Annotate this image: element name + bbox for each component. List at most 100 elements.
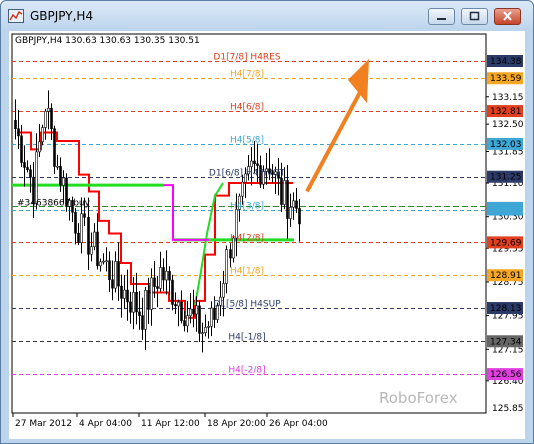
candle-body xyxy=(210,307,213,327)
candle-body xyxy=(59,165,62,186)
candle-body xyxy=(47,107,50,112)
candle-body xyxy=(20,135,23,163)
candle-body xyxy=(189,308,192,316)
price-tag: 133.59 xyxy=(487,72,523,85)
price-tick-label: 133.15 xyxy=(492,93,524,103)
candle-body xyxy=(93,231,96,248)
time-tick-label: 18 Apr 20:00 xyxy=(207,419,266,429)
price-tag-label: 128.91 xyxy=(490,271,522,281)
price-tag-label: 129.69 xyxy=(490,238,522,248)
candle-body xyxy=(74,211,77,234)
candle-body xyxy=(162,267,165,281)
candle-body xyxy=(50,107,53,129)
level-label: H4[3/8] xyxy=(230,202,264,212)
candle-body xyxy=(35,151,38,204)
price-tag: 128.13 xyxy=(487,302,523,315)
candle-body xyxy=(29,169,32,178)
candle-body xyxy=(44,110,47,128)
price-tag-label: 132.03 xyxy=(490,140,522,150)
candle-body xyxy=(117,261,120,287)
symbol-info: GBPJPY,H4 130.63 130.63 130.35 130.51 xyxy=(15,36,200,46)
maximize-icon xyxy=(469,11,480,21)
chart-area[interactable]: D1[7/8] H4RES H4[7/8] H4[6/8] H4[5/8] D1[6/8… xyxy=(9,31,525,439)
candle-body xyxy=(144,290,147,330)
candle-body xyxy=(108,260,111,281)
price-tag-label: 133.59 xyxy=(490,74,522,84)
level-label: H4[-2/8] xyxy=(228,366,265,376)
candle-body xyxy=(114,261,117,289)
price-tag-label: 126.56 xyxy=(490,370,522,380)
candle-body xyxy=(62,177,65,186)
candle-body xyxy=(132,292,135,313)
price-tag-label: 132.81 xyxy=(490,107,522,117)
candle-body xyxy=(99,261,102,267)
price-tag-label: 131.25 xyxy=(490,173,522,183)
candle-body xyxy=(289,206,292,219)
watermark: RoboForex xyxy=(379,389,458,407)
minimize-button[interactable] xyxy=(428,8,455,25)
candle-body xyxy=(90,246,93,255)
candle-body xyxy=(126,289,129,303)
level-label: H4[2/8] xyxy=(230,234,264,244)
candle-body xyxy=(225,249,228,284)
candle-body xyxy=(201,332,204,334)
candle-body xyxy=(14,119,17,129)
candle-body xyxy=(171,279,174,305)
price-tag: 127.34 xyxy=(487,335,523,348)
price-tag: 132.81 xyxy=(487,105,523,118)
chart-window: GBPJPY,H4 D1[7/8] H4RES H4[7/8] H4[6/8] H4[… xyxy=(0,0,534,444)
candle-body xyxy=(283,180,286,205)
price-tick-label: 125.85 xyxy=(492,404,524,414)
candle-body xyxy=(147,290,150,310)
level-label: D1[7/8] H4RES xyxy=(213,53,280,63)
price-tag: 129.69 xyxy=(487,236,523,249)
candle-body xyxy=(87,217,90,255)
candle-body xyxy=(23,162,26,168)
candle-body xyxy=(186,315,189,327)
price-tag: 134.38 xyxy=(487,54,523,67)
candle-body xyxy=(80,213,83,243)
level-label: D1[5/8] H4SUP xyxy=(213,300,281,310)
time-tick-label: 11 Apr 12:00 xyxy=(141,419,200,429)
candle-body xyxy=(292,200,295,208)
candle-body xyxy=(120,285,123,299)
candle-body xyxy=(96,231,99,267)
candle-body xyxy=(241,181,244,197)
candle-body xyxy=(83,213,86,218)
price-tag: 126.56 xyxy=(487,368,523,381)
candle-body xyxy=(138,311,141,316)
candle-body xyxy=(135,292,138,313)
candle-body xyxy=(153,277,156,287)
price-tag: 131.25 xyxy=(487,170,523,183)
minimize-icon xyxy=(437,18,446,20)
candle-body xyxy=(295,200,298,209)
candle-body xyxy=(165,270,168,281)
candle-body xyxy=(150,277,153,310)
candle-body xyxy=(250,160,253,167)
candle-body xyxy=(180,301,183,321)
price-chart[interactable]: D1[7/8] H4RES H4[7/8] H4[6/8] H4[5/8] D1[6/8… xyxy=(9,31,525,439)
candle-body xyxy=(156,286,159,289)
candle-body xyxy=(253,160,256,165)
candle-body xyxy=(53,128,56,167)
price-tag-label: 127.34 xyxy=(490,337,522,347)
candle-body xyxy=(207,326,210,328)
candle-body xyxy=(222,283,225,298)
candle-body xyxy=(168,270,171,281)
candle-body xyxy=(280,177,283,205)
candle-body xyxy=(256,163,259,166)
candle-body xyxy=(102,260,105,263)
candle-body xyxy=(56,165,59,168)
close-button[interactable] xyxy=(494,8,521,25)
candle-body xyxy=(174,304,177,307)
candle-body xyxy=(141,315,144,330)
time-tick-label: 4 Apr 04:00 xyxy=(79,419,132,429)
title-bar[interactable]: GBPJPY,H4 xyxy=(1,1,533,31)
order-label: #34638667 buy xyxy=(17,199,91,209)
candle-body xyxy=(298,208,301,225)
candle-body xyxy=(198,305,201,334)
maximize-button[interactable] xyxy=(461,8,488,25)
level-label: H4[6/8] xyxy=(230,103,264,113)
level-label: H4[1/8] xyxy=(230,267,264,277)
close-icon xyxy=(503,11,512,21)
